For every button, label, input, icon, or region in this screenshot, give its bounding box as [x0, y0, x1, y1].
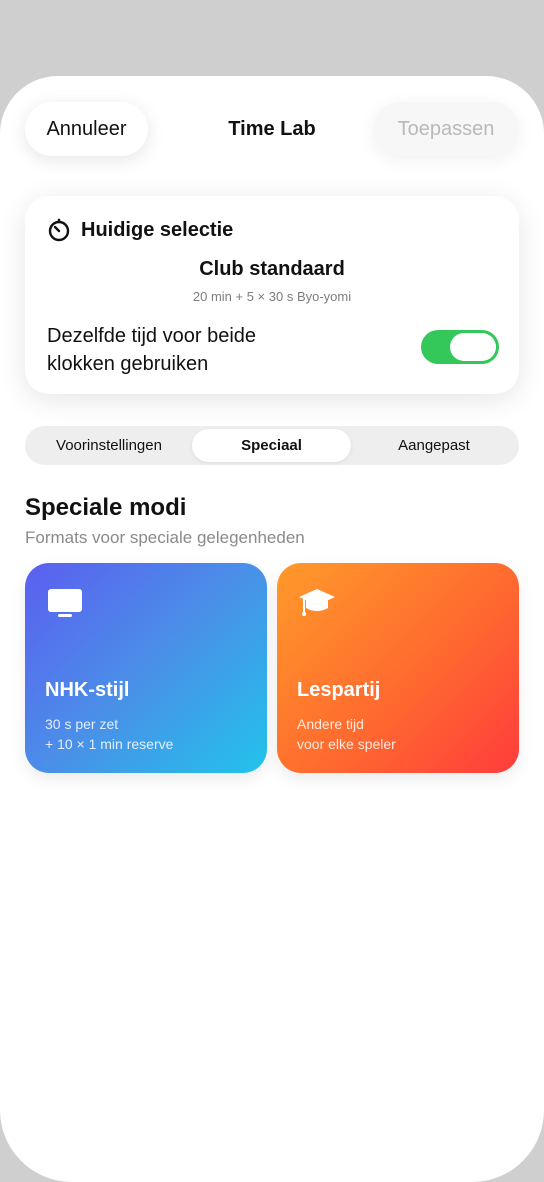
- mode-card-line1: 30 s per zet: [45, 716, 119, 732]
- mode-card-nhk[interactable]: NHK-stijl 30 s per zet + 10 × 1 min rese…: [25, 563, 267, 773]
- graduation-cap-icon: [299, 589, 335, 616]
- page-title: Time Lab: [228, 117, 316, 140]
- same-time-toggle[interactable]: [421, 330, 499, 364]
- tab-special[interactable]: Speciaal: [192, 429, 351, 462]
- mode-segmented-control: Voorinstellingen Speciaal Aangepast: [25, 426, 519, 465]
- current-selection-heading: Huidige selectie: [47, 218, 233, 242]
- mode-card-title: NHK-stijl: [45, 679, 130, 701]
- mode-card-lesson[interactable]: Lespartij Andere tijd voor elke speler: [277, 563, 519, 773]
- sheet-header: Annuleer Time Lab Toepassen: [0, 76, 544, 184]
- mode-card-line2: voor elke speler: [297, 736, 396, 752]
- toggle-knob: [450, 333, 496, 361]
- current-selection-label: Huidige selectie: [81, 218, 234, 241]
- preset-detail: 20 min + 5 × 30 s Byo-yomi: [192, 289, 352, 304]
- mode-card-line2: + 10 × 1 min reserve: [45, 736, 174, 752]
- apply-button[interactable]: Toepassen: [373, 102, 519, 156]
- section-subtitle: Formats voor speciale gelegenheden: [25, 528, 305, 547]
- mode-card-line1: Andere tijd: [297, 716, 364, 732]
- mode-card-title: Lespartij: [297, 679, 381, 701]
- preset-name: Club standaard: [199, 258, 345, 280]
- time-lab-sheet: Annuleer Time Lab Toepassen Huidige sele…: [0, 76, 544, 1182]
- tv-icon: [48, 589, 82, 617]
- cancel-button[interactable]: Annuleer: [25, 102, 148, 156]
- current-selection-card: Huidige selectie Club standaard 20 min +…: [25, 196, 519, 394]
- tab-custom[interactable]: Aangepast: [354, 429, 514, 462]
- section-title: Speciale modi: [25, 494, 187, 521]
- same-time-toggle-label: Dezelfde tijd voor beide klokken gebruik…: [47, 325, 257, 375]
- timer-icon: [48, 218, 70, 242]
- tab-presets[interactable]: Voorinstellingen: [29, 429, 189, 462]
